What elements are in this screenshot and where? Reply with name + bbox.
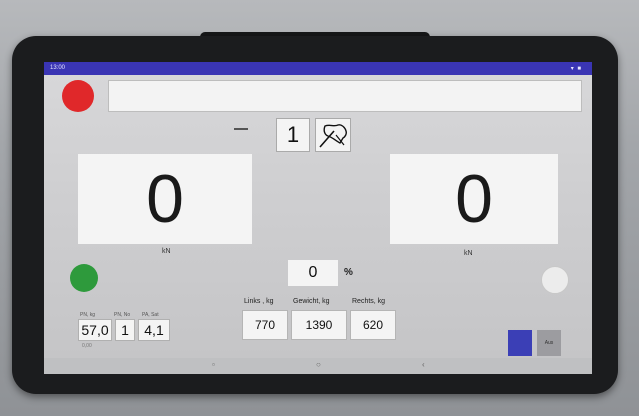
home-nav-icon[interactable]: ○ bbox=[316, 360, 321, 369]
app-screen: 13:00 ▾ ■ 1 0 kN 0 kN 0 % Links , kg Gew… bbox=[44, 62, 592, 374]
percent-value: 0 bbox=[288, 260, 338, 286]
dash-mark bbox=[234, 128, 248, 130]
small-label-1: PN, kg bbox=[80, 312, 96, 318]
status-icons: ▾ ■ bbox=[570, 66, 582, 72]
hitch-icon-button[interactable] bbox=[315, 118, 351, 152]
record-indicator-button[interactable] bbox=[62, 80, 94, 112]
right-force-panel: 0 bbox=[390, 154, 558, 244]
recents-nav-icon[interactable]: ▫ bbox=[212, 360, 215, 369]
right-force-value: 0 bbox=[455, 161, 493, 237]
name-input[interactable] bbox=[108, 80, 582, 112]
system-nav-bar: ▫ ○ ‹ bbox=[44, 358, 592, 374]
links-weight: 770 bbox=[242, 310, 288, 340]
small-field-2[interactable]: 1 bbox=[115, 319, 135, 341]
percent-sign: % bbox=[344, 267, 353, 278]
small-field-1[interactable]: 57,0 bbox=[78, 319, 112, 341]
left-force-unit: kN bbox=[162, 248, 171, 255]
small-label-2: PN, No bbox=[114, 312, 131, 318]
status-ok-indicator[interactable] bbox=[70, 264, 98, 292]
left-force-value: 0 bbox=[146, 161, 184, 237]
blue-action-button[interactable] bbox=[508, 330, 532, 356]
hitch-icon bbox=[319, 124, 347, 148]
back-nav-icon[interactable]: ‹ bbox=[422, 360, 425, 369]
count-field[interactable]: 1 bbox=[276, 118, 310, 152]
small-sub-text: 0,00 bbox=[82, 343, 92, 349]
aux-button[interactable]: Aus bbox=[537, 330, 561, 356]
rechts-label: Rechts, kg bbox=[352, 298, 386, 305]
small-label-3: PA, Sat bbox=[142, 312, 159, 318]
left-force-panel: 0 bbox=[78, 154, 252, 244]
status-time: 13:00 bbox=[50, 65, 66, 71]
small-field-3[interactable]: 4,1 bbox=[138, 319, 170, 341]
rechts-weight: 620 bbox=[350, 310, 396, 340]
status-bar: 13:00 ▾ ■ bbox=[44, 62, 592, 75]
status-idle-indicator[interactable] bbox=[541, 266, 569, 294]
right-force-unit: kN bbox=[464, 250, 473, 257]
links-label: Links , kg bbox=[244, 298, 274, 305]
gewicht-label: Gewicht, kg bbox=[293, 298, 330, 305]
gewicht-weight: 1390 bbox=[291, 310, 347, 340]
